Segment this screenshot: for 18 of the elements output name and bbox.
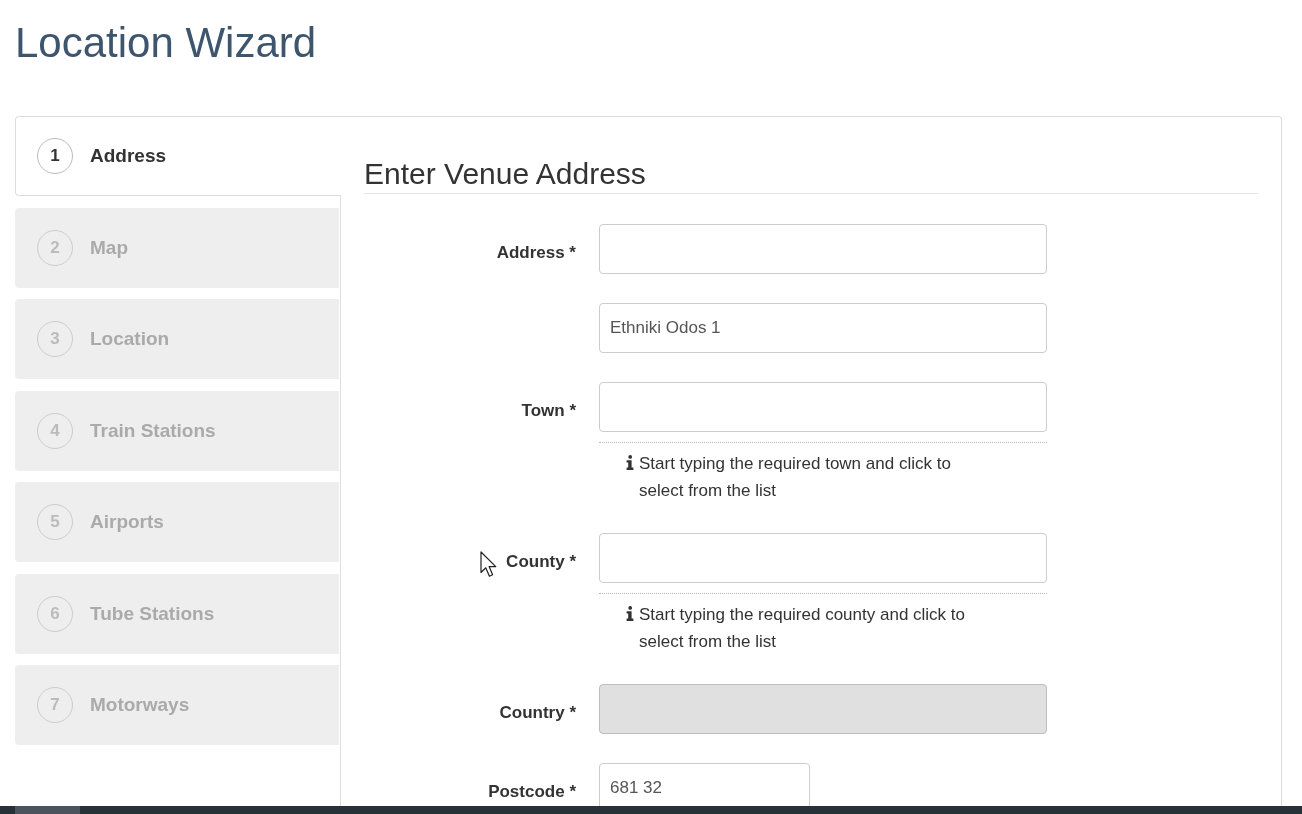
field-label: Address * xyxy=(496,242,576,264)
field-label: Postcode * xyxy=(488,781,576,803)
help-text: Start typing the required county and click to select from the list xyxy=(639,604,966,653)
input-field[interactable]: 681 32 xyxy=(599,763,810,806)
step-tab[interactable]: 1 Address xyxy=(15,116,341,196)
field-label: Country * xyxy=(499,702,576,724)
input-field[interactable] xyxy=(599,533,1047,583)
info-icon xyxy=(626,606,634,621)
input-field[interactable] xyxy=(599,224,1047,274)
input-field[interactable]: Ethniki Odos 1 xyxy=(599,303,1047,353)
form-heading: Enter Venue Address xyxy=(364,157,1258,194)
info-icon xyxy=(626,455,634,470)
field-label: Town * xyxy=(521,400,576,422)
input-field[interactable] xyxy=(599,382,1047,432)
page-title: Location Wizard xyxy=(15,18,317,66)
mouse-pointer-icon xyxy=(480,551,498,579)
help-text: Start typing the required town and click to select from the list xyxy=(639,453,952,502)
field-label: County * xyxy=(506,551,576,573)
